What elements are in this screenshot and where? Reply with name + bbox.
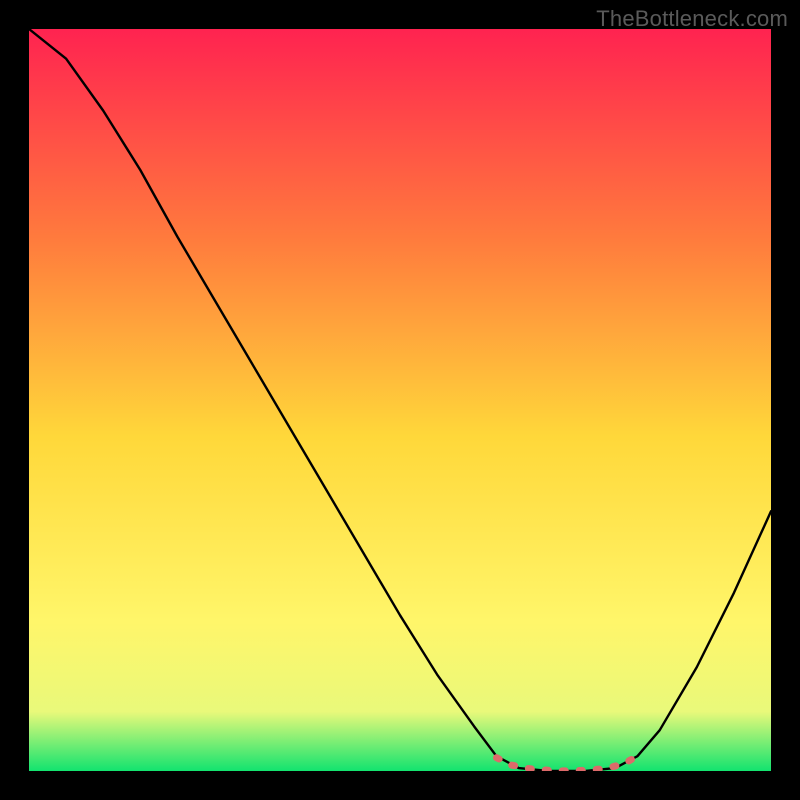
chart-svg bbox=[29, 29, 771, 771]
watermark-text: TheBottleneck.com bbox=[596, 6, 788, 32]
chart-container: TheBottleneck.com bbox=[0, 0, 800, 800]
gradient-background bbox=[29, 29, 771, 771]
plot-area bbox=[29, 29, 771, 771]
